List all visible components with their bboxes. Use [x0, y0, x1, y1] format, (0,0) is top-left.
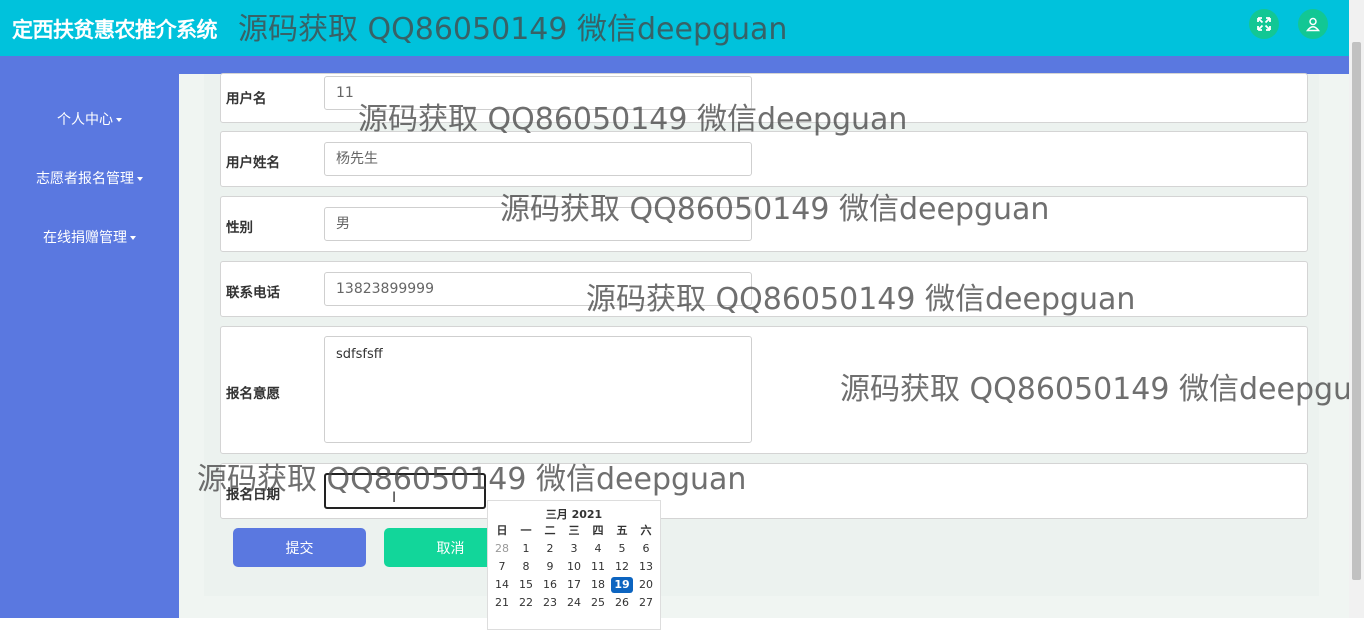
scrollbar-thumb[interactable]	[1352, 42, 1361, 580]
fullscreen-button[interactable]	[1249, 9, 1279, 39]
calendar-day[interactable]: 27	[635, 595, 657, 611]
calendar-day[interactable]: 5	[611, 541, 633, 557]
form-row-phone: 联系电话 13823899999	[220, 261, 1308, 317]
intent-label: 报名意愿	[226, 386, 280, 402]
weekday-header: 日	[496, 524, 508, 537]
realname-field[interactable]: 杨先生	[324, 142, 752, 176]
realname-label: 用户姓名	[226, 155, 280, 171]
calendar-day[interactable]: 21	[491, 595, 513, 611]
calendar-day[interactable]: 7	[491, 559, 513, 575]
username-label: 用户名	[226, 91, 267, 107]
form-row-realname: 用户姓名 杨先生	[220, 131, 1308, 187]
username-field[interactable]: 11	[324, 76, 752, 110]
date-input[interactable]	[324, 473, 486, 509]
header-band	[0, 56, 1349, 74]
calendar-day[interactable]: 1	[515, 541, 537, 557]
date-picker-title: 三月 2021	[545, 508, 603, 521]
calendar-day[interactable]: 3	[563, 541, 585, 557]
calendar-day[interactable]: 16	[539, 577, 561, 593]
weekday-header: 四	[592, 524, 604, 537]
weekday-header: 六	[640, 524, 652, 537]
text-cursor-icon: I	[392, 490, 397, 506]
calendar-day[interactable]: 25	[587, 595, 609, 611]
form-row-intent: 报名意愿 sdfsfsff	[220, 326, 1308, 454]
phone-field[interactable]: 13823899999	[324, 272, 752, 306]
weekday-header: 五	[616, 524, 628, 537]
sidebar-item-donation-management[interactable]: 在线捐赠管理	[0, 227, 179, 247]
calendar-day[interactable]: 10	[563, 559, 585, 575]
gender-label: 性别	[226, 220, 253, 236]
sidebar-item-label: 在线捐赠管理	[43, 230, 127, 246]
calendar-day[interactable]: 4	[587, 541, 609, 557]
expand-icon	[1257, 17, 1271, 31]
top-header: 定西扶贫惠农推介系统	[0, 0, 1349, 56]
calendar-day[interactable]: 6	[635, 541, 657, 557]
calendar-day[interactable]: 17	[563, 577, 585, 593]
calendar-day[interactable]: 24	[563, 595, 585, 611]
calendar-day[interactable]: 28	[491, 541, 513, 557]
sidebar-item-personal-center[interactable]: 个人中心	[0, 109, 179, 129]
sidebar: 个人中心 志愿者报名管理 在线捐赠管理	[0, 56, 179, 618]
form-row-gender: 性别 男	[220, 196, 1308, 252]
calendar-day[interactable]: 26	[611, 595, 633, 611]
calendar-day[interactable]: 14	[491, 577, 513, 593]
gender-field[interactable]: 男	[324, 207, 752, 241]
sidebar-item-volunteer-management[interactable]: 志愿者报名管理	[0, 168, 179, 188]
user-button[interactable]	[1298, 9, 1328, 39]
calendar-day[interactable]: 2	[539, 541, 561, 557]
sidebar-item-label: 个人中心	[57, 112, 113, 128]
weekday-header: 三	[568, 524, 580, 537]
calendar-day[interactable]: 15	[515, 577, 537, 593]
caret-down-icon	[116, 118, 122, 122]
weekday-header: 二	[544, 524, 556, 537]
calendar-day[interactable]: 23	[539, 595, 561, 611]
phone-label: 联系电话	[226, 285, 280, 301]
calendar-day[interactable]: 11	[587, 559, 609, 575]
scrollbar[interactable]	[1349, 0, 1364, 618]
caret-down-icon	[137, 177, 143, 181]
calendar-day[interactable]: 12	[611, 559, 633, 575]
calendar-day[interactable]: 22	[515, 595, 537, 611]
calendar-day[interactable]: 8	[515, 559, 537, 575]
form-row-username: 用户名 11	[220, 73, 1308, 123]
date-picker: 三月 2021 日一二三四五六 28 1 2 3 4 5 6 7 8 9 10 11 12 13 14 15 16…	[487, 500, 661, 630]
intent-textarea[interactable]: sdfsfsff	[324, 336, 752, 443]
user-icon	[1306, 17, 1320, 32]
form-row-date: 报名日期	[220, 463, 1308, 519]
app-title: 定西扶贫惠农推介系统	[12, 18, 218, 42]
caret-down-icon	[130, 236, 136, 240]
calendar-day[interactable]: 13	[635, 559, 657, 575]
date-label: 报名日期	[226, 487, 280, 503]
calendar-day[interactable]: 19	[611, 577, 633, 593]
sidebar-item-label: 志愿者报名管理	[36, 171, 134, 187]
calendar-day[interactable]: 20	[635, 577, 657, 593]
weekday-header: 一	[520, 524, 532, 537]
calendar-day[interactable]: 18	[587, 577, 609, 593]
submit-button[interactable]: 提交	[233, 528, 366, 567]
calendar-day[interactable]: 9	[539, 559, 561, 575]
